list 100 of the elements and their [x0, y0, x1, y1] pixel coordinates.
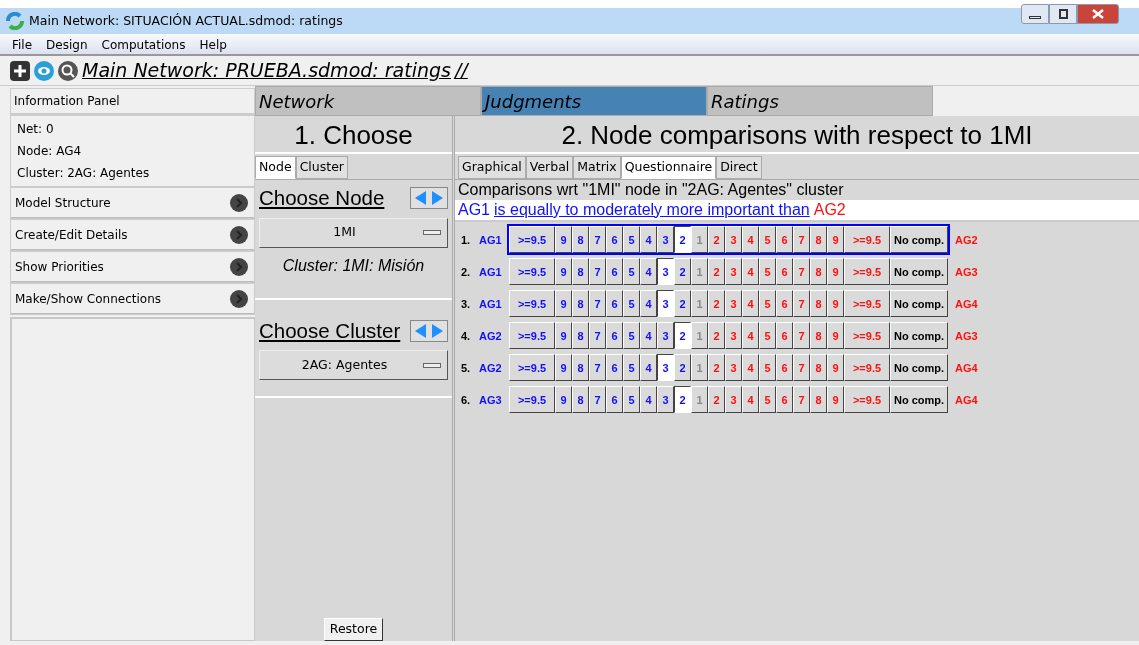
main-tab[interactable]: Ratings — [707, 86, 933, 116]
tab[interactable]: Direct — [716, 156, 762, 179]
rating-button[interactable]: No comp. — [890, 226, 948, 254]
rating-button[interactable]: 3 — [657, 386, 674, 414]
rating-button[interactable]: 5 — [623, 226, 640, 254]
rating-button[interactable]: 2 — [674, 290, 691, 318]
rating-button[interactable]: 3 — [657, 322, 674, 350]
rating-button[interactable]: 8 — [572, 290, 589, 318]
rating-button[interactable]: 5 — [623, 258, 640, 286]
rating-button[interactable]: No comp. — [890, 258, 948, 286]
rating-button[interactable]: 6 — [606, 322, 623, 350]
rating-button[interactable]: 9 — [555, 226, 572, 254]
rating-button[interactable]: 8 — [572, 258, 589, 286]
rating-button[interactable]: 2 — [674, 258, 691, 286]
rating-button[interactable]: 3 — [657, 226, 674, 254]
rating-button[interactable]: 9 — [555, 386, 572, 414]
rating-button[interactable]: 2 — [674, 386, 691, 414]
rating-button[interactable]: 6 — [606, 226, 623, 254]
rating-button[interactable]: 4 — [640, 322, 657, 350]
tab[interactable]: Node — [255, 156, 296, 179]
rating-button[interactable]: 4 — [640, 354, 657, 382]
window-title: Main Network: SITUACIÓN ACTUAL.sdmod: ratings — [29, 11, 343, 30]
tab[interactable]: Questionnaire — [620, 156, 717, 179]
rating-button[interactable]: 5 — [623, 322, 640, 350]
choose-node-label: Choose Node — [259, 184, 385, 211]
rating-button[interactable]: 7 — [589, 258, 606, 286]
verbal-judgment-link[interactable]: is equally to moderately more important than — [494, 199, 810, 220]
rating-button[interactable]: 5 — [623, 290, 640, 318]
sidebar-item[interactable]: Model Structure — [10, 187, 255, 219]
rating-button[interactable]: >=9.5 — [509, 290, 555, 318]
sidebar-item[interactable]: Make/Show Connections — [10, 283, 255, 315]
rating-button[interactable]: >=9.5 — [509, 354, 555, 382]
rating-button[interactable]: >=9.5 — [509, 226, 555, 254]
close-icon — [1092, 9, 1104, 19]
network-title-link[interactable]: Main Network: PRUEBA.sdmod: ratings — [82, 56, 451, 85]
restore-button[interactable]: Restore — [323, 618, 384, 641]
rating-button[interactable]: 2 — [674, 226, 691, 254]
rating-button[interactable]: No comp. — [890, 322, 948, 350]
right-node-label: AG4 — [955, 360, 978, 376]
rating-button[interactable]: 8 — [572, 322, 589, 350]
rating-button[interactable]: 5 — [623, 354, 640, 382]
chevron-icon — [230, 194, 248, 212]
tab[interactable]: Graphical — [458, 156, 526, 179]
cluster-caption: Cluster: 1MI: Misión — [255, 251, 452, 300]
rating-button[interactable]: 8 — [572, 226, 589, 254]
menu-item[interactable]: File — [12, 36, 33, 52]
rating-button[interactable]: 2 — [674, 322, 691, 350]
prev-next-arrows[interactable] — [410, 319, 448, 342]
rating-button[interactable]: >=9.5 — [509, 386, 555, 414]
path-link[interactable]: // — [454, 56, 468, 85]
rating-button[interactable]: 9 — [555, 354, 572, 382]
menu-item[interactable]: Help — [199, 36, 227, 52]
tab[interactable]: Verbal — [525, 156, 574, 179]
rating-button[interactable]: 9 — [555, 258, 572, 286]
tab[interactable]: Cluster — [295, 156, 348, 179]
right-node-label: AG2 — [813, 199, 846, 220]
cluster-dropdown[interactable]: 2AG: Agentes — [259, 350, 448, 381]
rating-button[interactable]: 3 — [657, 290, 674, 318]
rating-button[interactable]: 6 — [606, 258, 623, 286]
rating-button[interactable]: 2 — [674, 354, 691, 382]
plus-icon[interactable] — [10, 60, 30, 81]
rating-button[interactable]: 3 — [657, 258, 674, 286]
rating-button[interactable]: >=9.5 — [509, 258, 555, 286]
rating-button[interactable]: 9 — [555, 322, 572, 350]
prev-next-arrows[interactable] — [410, 187, 448, 210]
rating-button[interactable]: >=9.5 — [509, 322, 555, 350]
rating-button[interactable]: 6 — [606, 290, 623, 318]
magnifier-icon[interactable] — [58, 60, 78, 81]
rating-button[interactable]: 6 — [606, 386, 623, 414]
rating-button[interactable]: 8 — [572, 354, 589, 382]
rating-button[interactable]: 6 — [606, 354, 623, 382]
rating-button[interactable]: 7 — [589, 386, 606, 414]
rating-button[interactable]: 3 — [657, 354, 674, 382]
left-node-label: AG2 — [479, 360, 503, 376]
rating-button[interactable]: 5 — [623, 386, 640, 414]
rating-button[interactable]: 8 — [572, 386, 589, 414]
sidebar-item[interactable]: Create/Edit Details — [10, 219, 255, 251]
rating-button[interactable]: 4 — [640, 226, 657, 254]
rating-button[interactable]: 7 — [589, 226, 606, 254]
restore-button[interactable] — [1049, 4, 1077, 24]
right-node-label: AG4 — [955, 392, 978, 408]
rating-button[interactable]: No comp. — [890, 290, 948, 318]
main-tab[interactable]: Network — [255, 86, 481, 116]
rating-button[interactable]: 7 — [589, 290, 606, 318]
minimize-button[interactable] — [1021, 4, 1049, 24]
rating-button[interactable]: 4 — [640, 386, 657, 414]
menu-item[interactable]: Design — [46, 36, 88, 52]
node-dropdown[interactable]: 1MI — [259, 217, 448, 248]
rating-button[interactable]: 4 — [640, 258, 657, 286]
menu-item[interactable]: Computations — [101, 36, 186, 52]
rating-button[interactable]: No comp. — [890, 386, 948, 414]
rating-button[interactable]: 7 — [589, 322, 606, 350]
close-button[interactable] — [1077, 4, 1119, 24]
main-tab[interactable]: Judgments — [481, 86, 707, 116]
rating-button[interactable]: No comp. — [890, 354, 948, 382]
sidebar-item[interactable]: Show Priorities — [10, 251, 255, 283]
rating-button[interactable]: 4 — [640, 290, 657, 318]
rating-button[interactable]: 9 — [555, 290, 572, 318]
rating-button[interactable]: 7 — [589, 354, 606, 382]
tab[interactable]: Matrix — [573, 156, 621, 179]
